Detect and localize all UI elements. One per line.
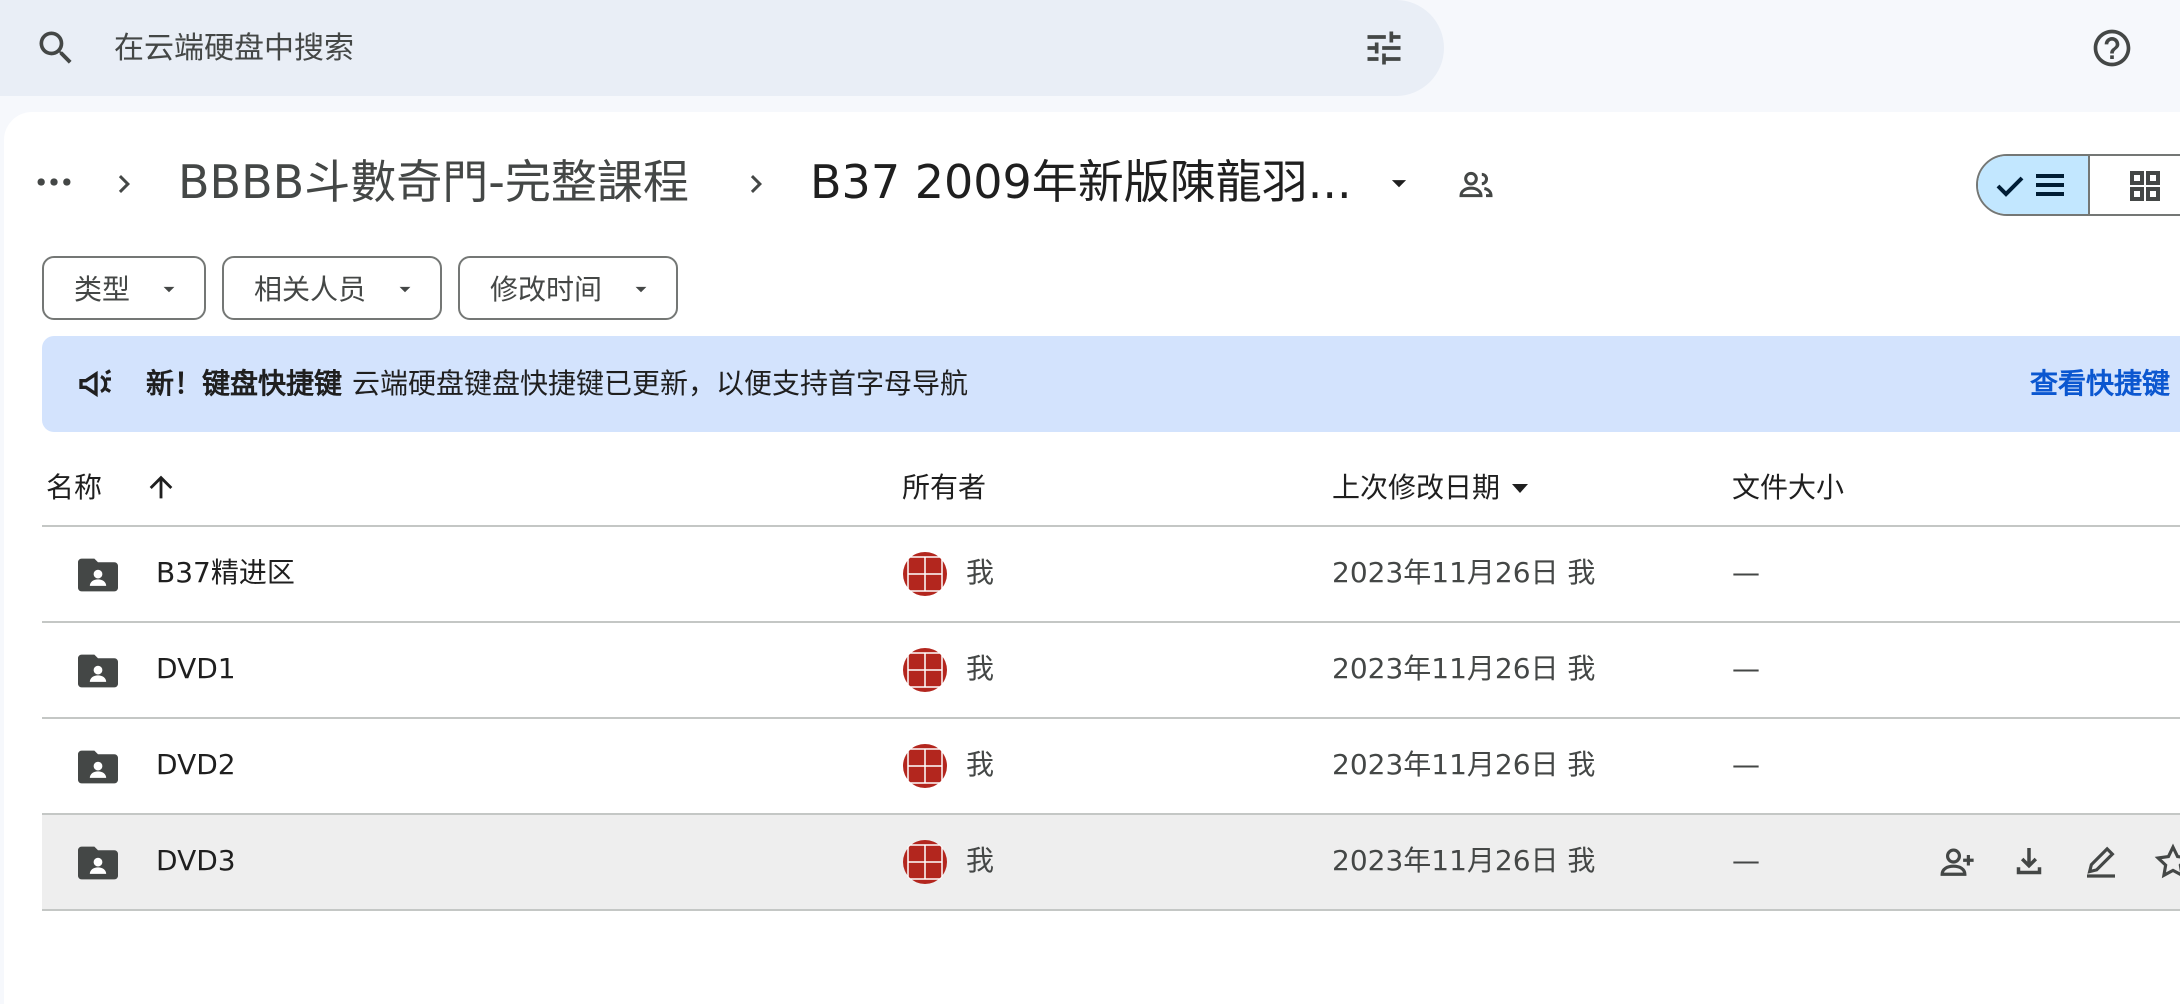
owner-name: 我 <box>966 652 995 685</box>
grid-view-icon <box>2130 171 2160 201</box>
breadcrumb-parent[interactable]: BBBB斗數奇門-完整課程 <box>178 152 689 212</box>
filter-type-chip[interactable]: 类型 <box>42 256 206 320</box>
banner-title: 新！键盘快捷键 <box>146 367 343 400</box>
column-header-name[interactable]: 名称 <box>46 468 102 508</box>
item-name: DVD3 <box>156 844 236 877</box>
arrow-upward-icon[interactable] <box>144 470 178 504</box>
search-bar <box>0 0 1444 96</box>
chip-label: 类型 <box>74 273 131 306</box>
modified-date: 2023年11月26日 我 <box>1332 556 1596 589</box>
filter-people-chip[interactable]: 相关人员 <box>222 256 442 320</box>
breadcrumb-current-folder[interactable]: B37 2009年新版陳龍羽... <box>810 152 1352 212</box>
table-row[interactable]: DVD2 我 2023年11月26日 我 — <box>42 719 2180 815</box>
owner-name: 我 <box>966 748 995 781</box>
chip-label: 相关人员 <box>254 273 367 306</box>
shortcuts-banner: 新！键盘快捷键 云端硬盘键盘快捷键已更新，以便支持首字母导航 查看快捷键 <box>42 336 2180 432</box>
arrow-drop-down-icon[interactable] <box>1382 166 1416 200</box>
grid-view-button[interactable] <box>2090 156 2180 214</box>
avatar <box>902 743 948 789</box>
owner-name: 我 <box>966 556 995 589</box>
view-shortcuts-link[interactable]: 查看快捷键 <box>2030 364 2170 404</box>
chip-label: 修改时间 <box>490 273 603 306</box>
table-row[interactable]: B37精进区 我 2023年11月26日 我 — <box>42 527 2180 623</box>
megaphone-icon <box>76 364 116 404</box>
chevron-right-icon <box>106 166 142 202</box>
avatar <box>902 647 948 693</box>
avatar <box>902 839 948 885</box>
filter-modified-chip[interactable]: 修改时间 <box>458 256 678 320</box>
avatar <box>902 551 948 597</box>
file-size: — <box>1732 556 1760 589</box>
view-toggle <box>1976 154 2180 216</box>
arrow-drop-down-icon <box>392 276 418 302</box>
star-icon[interactable] <box>2152 841 2180 883</box>
item-name: DVD2 <box>156 748 236 781</box>
column-header-modified[interactable]: 上次修改日期 <box>1332 468 1500 508</box>
shared-folder-icon <box>76 843 120 883</box>
search-input[interactable] <box>114 24 1314 72</box>
download-icon[interactable] <box>2008 841 2050 883</box>
shared-people-icon[interactable] <box>1456 164 1496 204</box>
chevron-right-icon <box>738 166 774 202</box>
file-size: — <box>1732 652 1760 685</box>
more-horiz-icon[interactable] <box>32 160 76 204</box>
column-header-owner[interactable]: 所有者 <box>902 468 986 508</box>
search-icon[interactable] <box>34 26 78 70</box>
tune-icon[interactable] <box>1362 26 1406 70</box>
shared-folder-icon <box>76 747 120 787</box>
banner-message: 云端硬盘键盘快捷键已更新，以便支持首字母导航 <box>352 367 969 400</box>
list-view-icon <box>2036 174 2064 196</box>
check-icon <box>1996 176 2024 197</box>
modified-date: 2023年11月26日 我 <box>1332 844 1596 877</box>
rename-edit-icon[interactable] <box>2080 841 2122 883</box>
owner-name: 我 <box>966 844 995 877</box>
table-row[interactable]: DVD1 我 2023年11月26日 我 — <box>42 623 2180 719</box>
help-icon[interactable] <box>2090 26 2134 70</box>
arrow-drop-down-icon <box>628 276 654 302</box>
shared-folder-icon <box>76 651 120 691</box>
arrow-drop-down-icon <box>156 276 182 302</box>
item-name: B37精进区 <box>156 556 295 589</box>
table-row[interactable]: DVD3 我 2023年11月26日 我 — <box>42 815 2180 911</box>
column-header-size[interactable]: 文件大小 <box>1732 468 1844 508</box>
file-size: — <box>1732 748 1760 781</box>
file-size: — <box>1732 844 1760 877</box>
modified-date: 2023年11月26日 我 <box>1332 748 1596 781</box>
shared-folder-icon <box>76 555 120 595</box>
modified-date: 2023年11月26日 我 <box>1332 652 1596 685</box>
item-name: DVD1 <box>156 652 236 685</box>
sort-down-icon[interactable] <box>1508 476 1532 500</box>
share-person-add-icon[interactable] <box>1936 841 1978 883</box>
list-view-button[interactable] <box>1978 156 2090 214</box>
